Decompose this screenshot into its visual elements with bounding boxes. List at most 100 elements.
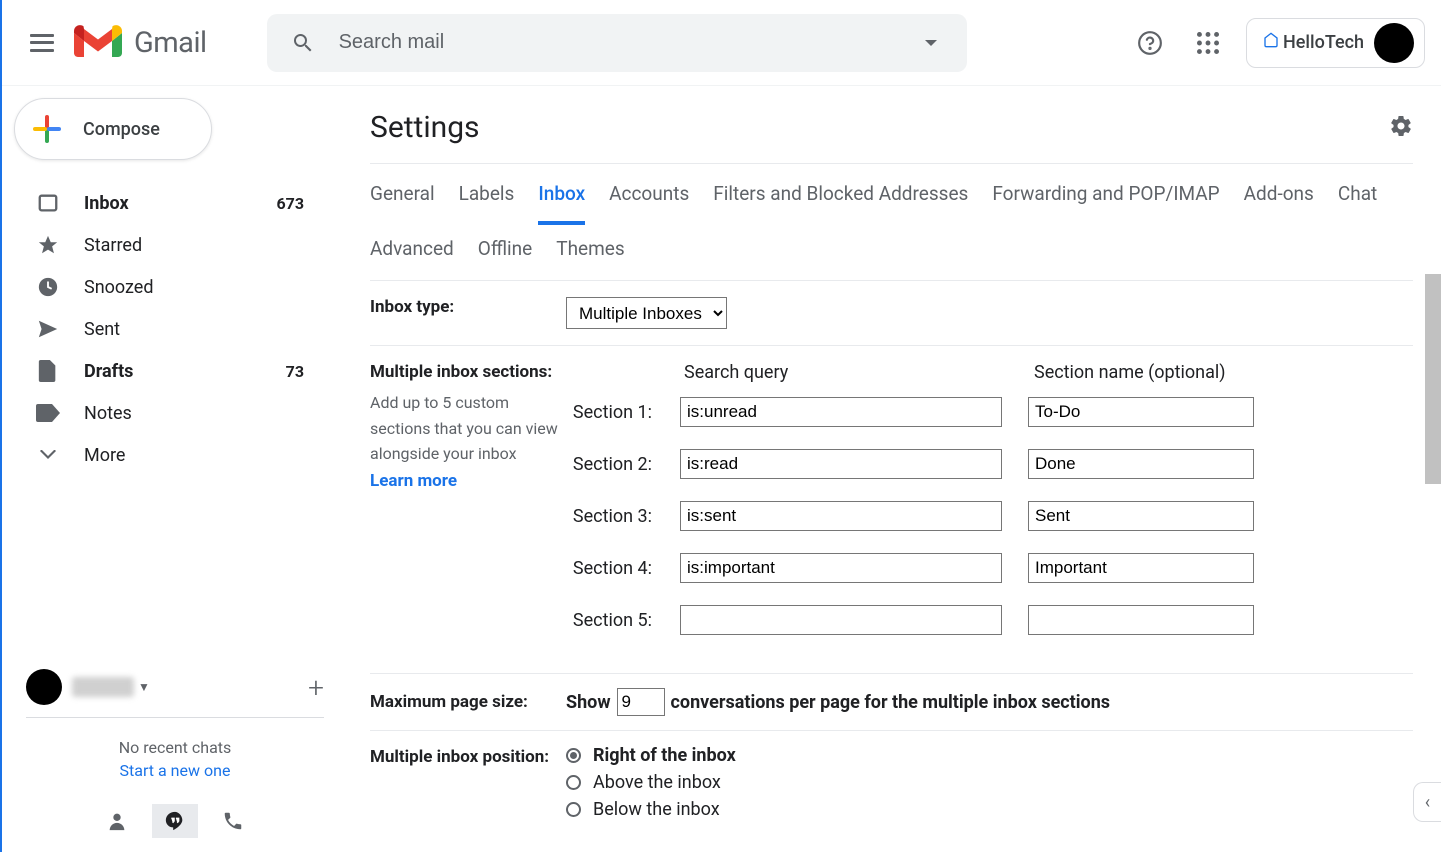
chat-footer [26,790,324,852]
tab-offline[interactable]: Offline [478,237,532,268]
section-name-input-5[interactable] [1028,605,1254,635]
header-right: HelloTech [1130,18,1425,68]
tab-labels[interactable]: Labels [459,182,515,213]
learn-more-link[interactable]: Learn more [370,471,566,491]
avatar [1374,23,1414,63]
compose-label: Compose [83,119,160,140]
tab-inbox[interactable]: Inbox [538,182,585,225]
sidebar-item-drafts[interactable]: Drafts 73 [2,350,332,392]
sidebar-item-snoozed[interactable]: Snoozed [2,266,332,308]
tab-chat[interactable]: Chat [1338,182,1377,213]
section-query-input-2[interactable] [680,449,1002,479]
contacts-button[interactable] [94,804,140,838]
section-name-input-1[interactable] [1028,397,1254,427]
section-query-input-3[interactable] [680,501,1002,531]
tab-forwarding-and-pop-imap[interactable]: Forwarding and POP/IMAP [992,182,1219,213]
section-query-input-5[interactable] [680,605,1002,635]
section-row-3: Section 3: [566,501,1413,531]
org-logo: HelloTech [1263,32,1364,53]
folder-list: Inbox 673 Starred Snoozed Sent Drafts 73 [2,182,348,476]
chat-section: ▼ + No recent chats Start a new one [2,657,348,852]
section-label: Section 3: [566,506,680,527]
radio-position-2[interactable]: Below the inbox [566,799,736,820]
max-page-size-row: Maximum page size: Show conversations pe… [370,674,1413,731]
new-chat-button[interactable]: + [308,671,324,704]
gear-icon[interactable] [1389,114,1413,142]
house-icon [1263,32,1279,53]
file-icon [36,359,60,383]
section-query-input-4[interactable] [680,553,1002,583]
settings-content: Settings General Labels Inbox Accounts Filte… [348,86,1441,852]
settings-tabs: General Labels Inbox Accounts Filters and Bl… [370,164,1413,281]
inbox-type-select[interactable]: Multiple Inboxes [566,297,727,329]
radio-position-1[interactable]: Above the inbox [566,772,736,793]
org-name: HelloTech [1283,32,1364,53]
search-input[interactable] [339,31,913,54]
app-name: Gmail [134,26,207,60]
section-label: Section 2: [566,454,680,475]
radio-icon [566,775,581,790]
tab-themes[interactable]: Themes [556,237,624,268]
page-size-input[interactable] [617,688,665,716]
main-menu-button[interactable] [18,19,66,67]
search-icon[interactable] [285,31,321,55]
position-radio-group: Right of the inbox Above the inbox Below t… [566,745,736,820]
radio-position-0[interactable]: Right of the inbox [566,745,736,766]
main-area: Compose Inbox 673 Starred Snoozed Sent [2,86,1441,852]
section-row-4: Section 4: [566,553,1413,583]
position-label: Multiple inbox position: [370,745,566,820]
plus-icon [31,113,63,145]
chat-avatar [26,669,62,705]
position-row: Multiple inbox position: Right of the in… [370,731,1413,834]
multiple-sections-row: Multiple inbox sections: Add up to 5 cus… [370,346,1413,674]
help-button[interactable] [1130,23,1170,63]
logo-area[interactable]: Gmail [74,25,207,61]
phone-button[interactable] [210,804,256,838]
tab-general[interactable]: General [370,182,435,213]
settings-header: Settings [370,110,1413,164]
header: Gmail HelloTech [2,0,1441,86]
section-name-input-3[interactable] [1028,501,1254,531]
search-query-header: Search query [680,362,1008,383]
sidebar-item-notes[interactable]: Notes [2,392,332,434]
inbox-icon [36,191,60,215]
tab-accounts[interactable]: Accounts [609,182,689,213]
chat-user-row[interactable]: ▼ + [26,657,324,718]
inbox-type-row: Inbox type: Multiple Inboxes [370,281,1413,346]
page-title: Settings [370,110,480,145]
compose-button[interactable]: Compose [14,98,212,160]
inbox-type-label: Inbox type: [370,297,566,329]
section-label: Section 1: [566,402,680,423]
clock-icon [36,275,60,299]
tab-filters-and-blocked-addresses[interactable]: Filters and Blocked Addresses [713,182,968,213]
send-icon [36,317,60,341]
start-chat-link[interactable]: Start a new one [26,761,324,780]
no-chats-text: No recent chats [26,738,324,757]
account-chip[interactable]: HelloTech [1246,18,1425,68]
chat-dropdown-icon[interactable]: ▼ [138,680,150,694]
chevron-down-icon [36,443,60,467]
sidebar-item-sent[interactable]: Sent [2,308,332,350]
side-panel-toggle[interactable]: ‹ [1413,782,1441,822]
section-name-input-4[interactable] [1028,553,1254,583]
sidebar-item-more[interactable]: More [2,434,332,476]
radio-icon [566,802,581,817]
sidebar-item-starred[interactable]: Starred [2,224,332,266]
section-name-input-2[interactable] [1028,449,1254,479]
tab-add-ons[interactable]: Add-ons [1244,182,1314,213]
section-row-2: Section 2: [566,449,1413,479]
star-icon [36,233,60,257]
sidebar-item-inbox[interactable]: Inbox 673 [2,182,332,224]
chat-username-blurred [72,677,134,697]
section-label: Section 5: [566,610,680,631]
search-bar[interactable] [267,14,967,72]
scrollbar-thumb[interactable] [1425,274,1441,484]
tab-advanced[interactable]: Advanced [370,237,454,268]
search-options-dropdown[interactable] [913,37,949,49]
page-size-content: Show conversations per page for the mult… [566,688,1110,716]
chat-empty-state: No recent chats Start a new one [26,718,324,790]
section-query-input-1[interactable] [680,397,1002,427]
sections-table: Search query Section name (optional) Sec… [566,362,1413,657]
hangouts-button[interactable] [152,804,198,838]
apps-button[interactable] [1188,23,1228,63]
